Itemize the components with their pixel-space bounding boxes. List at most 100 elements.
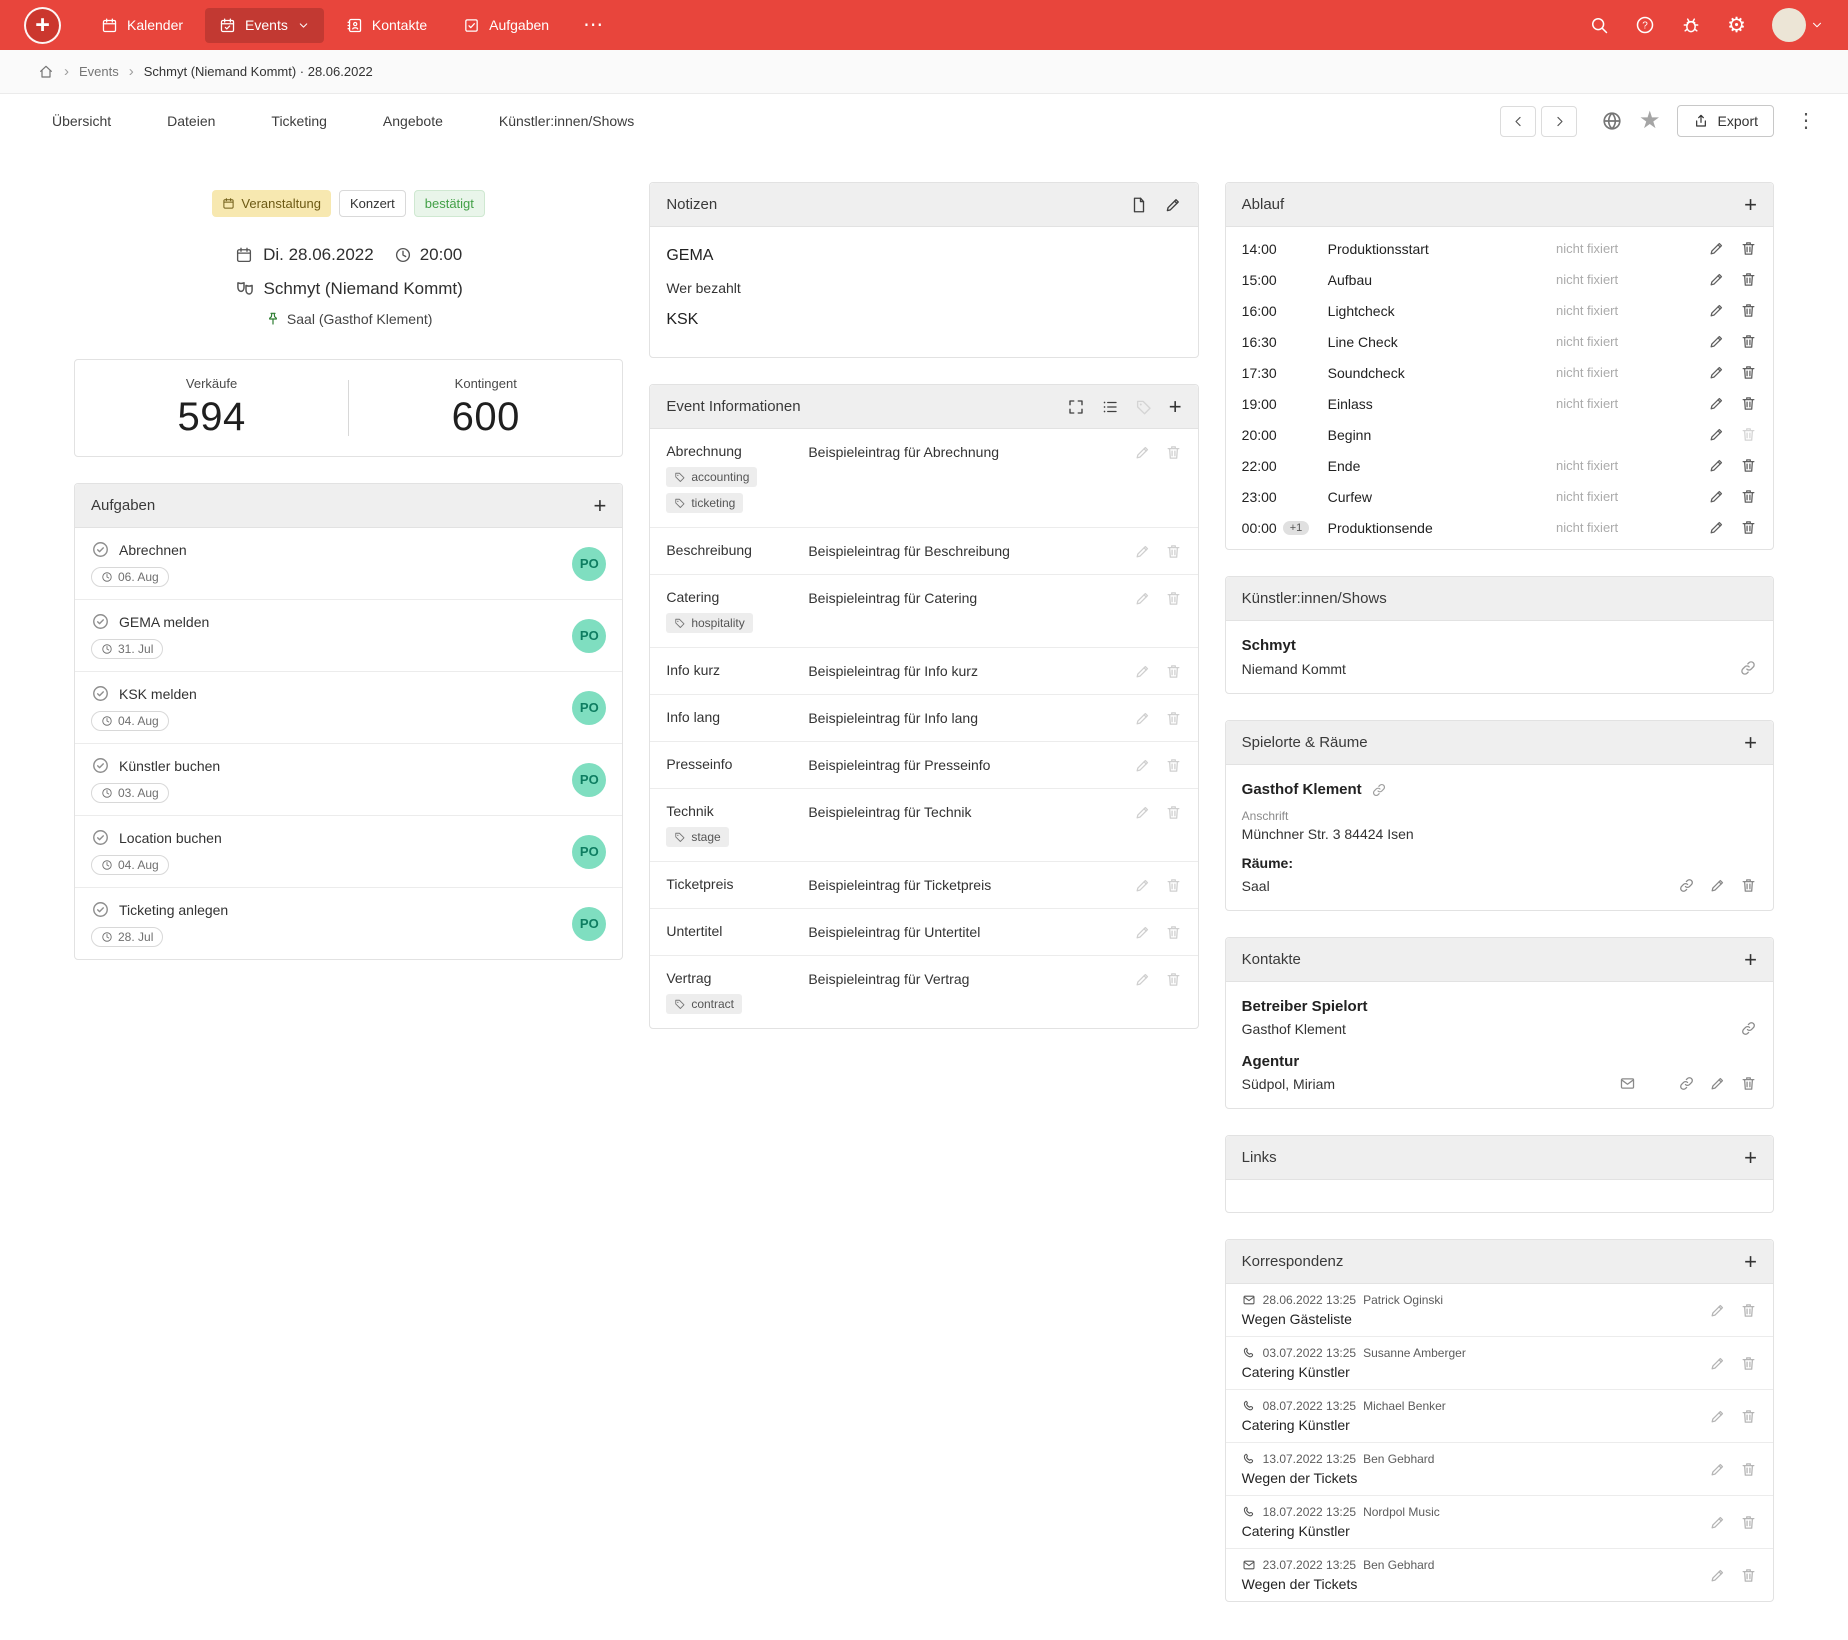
edit-icon[interactable]: [1709, 1514, 1726, 1531]
delete-icon[interactable]: [1740, 488, 1757, 505]
edit-icon[interactable]: [1134, 663, 1151, 680]
tab[interactable]: Angebote: [355, 94, 471, 148]
edit-icon[interactable]: [1708, 426, 1725, 443]
task-check-icon[interactable]: [91, 828, 110, 847]
search-icon[interactable]: [1589, 15, 1609, 35]
export-button[interactable]: Export: [1676, 105, 1774, 137]
task-row[interactable]: GEMA melden 31. Jul PO: [75, 600, 623, 672]
expand-icon[interactable]: [1067, 398, 1085, 416]
delete-icon[interactable]: [1740, 364, 1757, 381]
edit-icon[interactable]: [1708, 271, 1725, 288]
more-menu-button[interactable]: ⋯: [571, 9, 615, 41]
delete-icon[interactable]: [1165, 757, 1182, 774]
delete-icon[interactable]: [1740, 1514, 1757, 1531]
edit-icon[interactable]: [1134, 590, 1151, 607]
favorite-star-icon[interactable]: ★: [1639, 109, 1661, 133]
task-check-icon[interactable]: [91, 756, 110, 775]
edit-icon[interactable]: [1709, 1355, 1726, 1372]
edit-icon[interactable]: [1709, 877, 1726, 894]
edit-icon[interactable]: [1134, 710, 1151, 727]
delete-icon[interactable]: [1740, 426, 1757, 443]
edit-icon[interactable]: [1709, 1408, 1726, 1425]
edit-icon[interactable]: [1134, 757, 1151, 774]
edit-icon[interactable]: [1708, 395, 1725, 412]
send-mail-icon[interactable]: [1619, 1075, 1636, 1092]
edit-icon[interactable]: [1708, 333, 1725, 350]
task-row[interactable]: Location buchen 04. Aug PO: [75, 816, 623, 888]
add-venue-button[interactable]: +: [1744, 731, 1757, 754]
delete-icon[interactable]: [1740, 240, 1757, 257]
tab[interactable]: Ticketing: [243, 94, 355, 148]
previous-event-button[interactable]: [1500, 105, 1537, 137]
tab[interactable]: Künstler:innen/Shows: [471, 94, 662, 148]
artist-link-icon[interactable]: [1739, 659, 1757, 677]
user-menu[interactable]: [1772, 8, 1824, 42]
edit-icon[interactable]: [1134, 877, 1151, 894]
task-check-icon[interactable]: [91, 684, 110, 703]
delete-icon[interactable]: [1165, 710, 1182, 727]
settings-gear-icon[interactable]: ⚙: [1727, 15, 1746, 36]
delete-icon[interactable]: [1165, 971, 1182, 988]
task-check-icon[interactable]: [91, 540, 110, 559]
add-schedule-item-button[interactable]: +: [1744, 193, 1757, 216]
edit-icon[interactable]: [1708, 488, 1725, 505]
delete-icon[interactable]: [1740, 877, 1757, 894]
note-document-icon[interactable]: [1130, 196, 1148, 214]
delete-icon[interactable]: [1740, 333, 1757, 350]
link-icon[interactable]: [1678, 877, 1695, 894]
task-row[interactable]: Abrechnen 06. Aug PO: [75, 528, 623, 600]
delete-icon[interactable]: [1165, 877, 1182, 894]
delete-icon[interactable]: [1740, 1408, 1757, 1425]
venue-link-icon[interactable]: [1371, 782, 1387, 798]
tab[interactable]: Übersicht: [24, 94, 139, 148]
edit-notes-icon[interactable]: [1164, 196, 1182, 214]
add-link-button[interactable]: +: [1744, 1146, 1757, 1169]
breadcrumb-events-link[interactable]: Events: [79, 64, 119, 79]
delete-icon[interactable]: [1165, 663, 1182, 680]
edit-icon[interactable]: [1134, 804, 1151, 821]
delete-icon[interactable]: [1740, 302, 1757, 319]
edit-icon[interactable]: [1708, 240, 1725, 257]
delete-icon[interactable]: [1740, 395, 1757, 412]
nav-item-aufgaben[interactable]: Aufgaben: [449, 8, 563, 43]
delete-icon[interactable]: [1740, 1567, 1757, 1584]
list-view-icon[interactable]: [1101, 398, 1119, 416]
nav-item-events[interactable]: Events: [205, 7, 324, 43]
task-check-icon[interactable]: [91, 900, 110, 919]
delete-icon[interactable]: [1740, 1355, 1757, 1372]
help-icon[interactable]: [1635, 15, 1655, 35]
delete-icon[interactable]: [1165, 590, 1182, 607]
task-row[interactable]: KSK melden 04. Aug PO: [75, 672, 623, 744]
edit-icon[interactable]: [1134, 971, 1151, 988]
delete-icon[interactable]: [1740, 271, 1757, 288]
edit-icon[interactable]: [1134, 444, 1151, 461]
link-icon[interactable]: [1740, 1020, 1757, 1037]
tab[interactable]: Dateien: [139, 94, 243, 148]
delete-icon[interactable]: [1740, 519, 1757, 536]
bug-report-icon[interactable]: [1681, 15, 1701, 35]
nav-item-kalender[interactable]: Kalender: [87, 8, 197, 43]
add-correspondence-button[interactable]: +: [1744, 1250, 1757, 1273]
edit-icon[interactable]: [1709, 1302, 1726, 1319]
delete-icon[interactable]: [1740, 1461, 1757, 1478]
app-logo[interactable]: +: [24, 6, 61, 44]
edit-icon[interactable]: [1709, 1461, 1726, 1478]
home-icon[interactable]: [38, 64, 54, 80]
delete-icon[interactable]: [1740, 457, 1757, 474]
delete-icon[interactable]: [1165, 543, 1182, 560]
delete-icon[interactable]: [1740, 1075, 1757, 1092]
task-row[interactable]: Ticketing anlegen 28. Jul PO: [75, 888, 622, 959]
add-contact-button[interactable]: +: [1744, 948, 1757, 971]
next-event-button[interactable]: [1541, 105, 1578, 137]
tag-filter-icon[interactable]: [1135, 398, 1153, 416]
delete-icon[interactable]: [1165, 444, 1182, 461]
publish-globe-icon[interactable]: [1601, 110, 1623, 132]
add-info-button[interactable]: +: [1169, 395, 1182, 418]
nav-item-kontakte[interactable]: Kontakte: [332, 8, 441, 43]
delete-icon[interactable]: [1165, 924, 1182, 941]
edit-icon[interactable]: [1134, 924, 1151, 941]
edit-icon[interactable]: [1708, 519, 1725, 536]
add-task-button[interactable]: +: [593, 494, 606, 517]
delete-icon[interactable]: [1740, 1302, 1757, 1319]
edit-icon[interactable]: [1708, 364, 1725, 381]
